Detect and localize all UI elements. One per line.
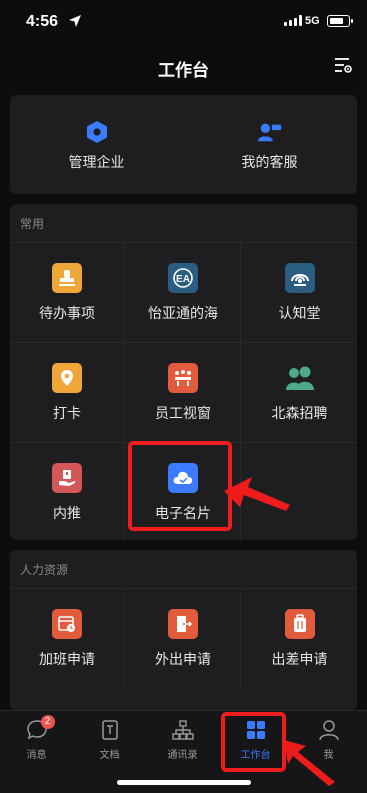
app-label: 加班申请 [39,651,95,667]
page-title: 工作台 [158,61,209,80]
manage-enterprise-label: 管理企业 [68,154,125,170]
tab-label: 文档 [99,750,120,761]
location-arrow-icon [69,15,81,27]
app-todo[interactable]: 待办事项 [10,242,125,342]
app-referral[interactable]: 内推 [10,442,125,540]
app-label: 出差申请 [271,651,328,667]
top-actions-card: 管理企业 我的客服 [10,95,357,194]
app-beisen-recruit[interactable]: 北森招聘 [242,342,357,442]
settings-list-icon[interactable] [333,55,353,75]
unread-badge: 2 [40,715,55,729]
status-bar: 4:56 5G [0,0,367,44]
section-title-common: 常用 [20,217,45,231]
luggage-icon [284,609,315,639]
tab-messages[interactable]: 2 消息 [0,715,73,761]
hr-apps-card: 人力资源 加班申请 外出申请 出差申请 [10,550,357,710]
app-business-trip-request[interactable]: 出差申请 [242,588,357,688]
customer-service-icon [257,119,283,145]
network-type: 5G [305,15,320,27]
annotation-arrow-icon [284,740,335,786]
svg-text:EA: EA [176,274,190,285]
app-label: 认知堂 [278,305,321,321]
section-title-hr: 人力资源 [20,563,69,577]
annotation-arrow-icon [224,477,290,511]
door-exit-icon [168,609,198,639]
app-label: 怡亚通的海 [148,305,218,321]
stamp-icon [52,263,82,293]
people-icon [285,363,315,393]
app-label: 内推 [53,505,81,521]
app-employee-window[interactable]: 员工视窗 [126,342,241,442]
tab-label: 消息 [26,750,47,761]
referral-icon [52,463,82,493]
status-time: 4:56 [26,13,59,30]
app-outing-request[interactable]: 外出申请 [126,588,241,688]
app-label: 打卡 [53,405,81,421]
academy-icon [284,263,315,293]
signal-icon [284,15,302,26]
document-icon [98,718,122,742]
my-customer-service-label: 我的客服 [241,154,298,170]
my-customer-service-button[interactable]: 我的客服 [183,95,356,194]
battery-icon [327,15,353,27]
app-label: 待办事项 [39,305,95,321]
tab-label: 通讯录 [167,750,198,761]
nav-bar: 工作台 [0,44,367,88]
manage-enterprise-button[interactable]: 管理企业 [10,95,183,194]
meeting-icon [168,363,198,393]
ea-logo-icon: EA [168,263,198,293]
app-eascs-sea[interactable]: EA 怡亚通的海 [126,242,241,342]
tab-documents[interactable]: 文档 [73,718,146,761]
app-label: 员工视窗 [155,405,211,421]
home-indicator [117,780,251,785]
battery-fill [329,17,343,24]
chat-bubble-icon: 2 [25,715,55,742]
calendar-clock-icon [52,609,82,639]
location-pin-icon [52,363,82,393]
app-clock-in[interactable]: 打卡 [10,342,125,442]
app-label: 北森招聘 [271,405,328,421]
app-overtime-request[interactable]: 加班申请 [10,588,125,688]
org-chart-icon [171,718,195,742]
app-academy[interactable]: 认知堂 [242,242,357,342]
app-label: 外出申请 [155,651,211,667]
highlight-box-workbench-tab [221,712,286,772]
tab-contacts[interactable]: 通讯录 [146,718,219,761]
highlight-box-e-card [128,441,232,531]
hexagon-icon [84,119,110,145]
